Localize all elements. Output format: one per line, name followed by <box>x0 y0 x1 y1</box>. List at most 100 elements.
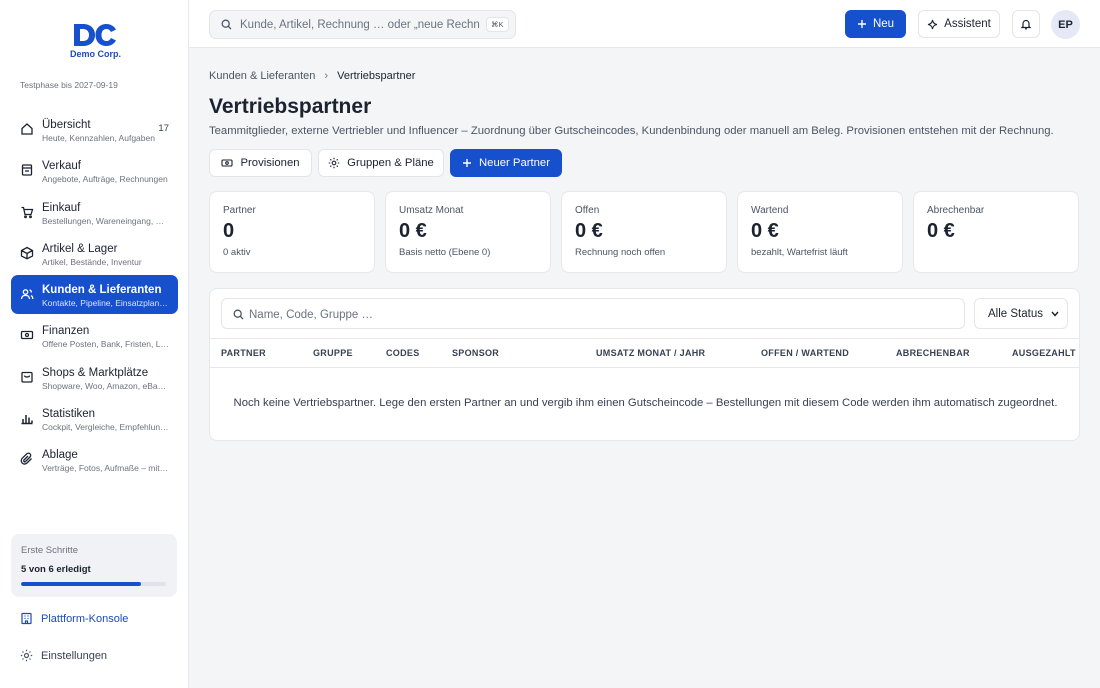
count-badge: 17 <box>158 123 169 134</box>
chart-icon <box>21 415 33 425</box>
stat-label: Abrechenbar <box>927 205 985 216</box>
company-name: Demo Corp. <box>70 49 122 59</box>
search-input[interactable] <box>240 16 480 34</box>
groups-plans-button-label: Gruppen & Pläne <box>347 157 434 169</box>
new-partner-button-label: Neuer Partner <box>479 157 550 169</box>
sidebar-item-finanzen[interactable]: Finanzen Offene Posten, Bank, Fristen, L… <box>11 316 178 355</box>
sidebar-item-label: Shops & Marktplätze <box>42 366 149 379</box>
partner-search-input[interactable] <box>249 306 949 323</box>
groups-plans-button[interactable]: Gruppen & Pläne <box>318 149 444 177</box>
partner-filter[interactable] <box>221 298 965 329</box>
user-avatar[interactable]: EP <box>1051 10 1080 39</box>
settings-link[interactable]: Einstellungen <box>20 649 107 662</box>
steps-progress-fill <box>21 582 142 586</box>
box-icon <box>20 246 34 260</box>
plus-icon <box>857 20 866 28</box>
global-search[interactable]: ⌘K <box>209 10 516 39</box>
sidebar-item-kunden-lieferanten[interactable]: Kunden & Lieferanten Kontakte, Pipeline,… <box>11 275 178 315</box>
chevron-down-icon <box>1051 311 1059 317</box>
stat-label: Offen <box>575 205 600 216</box>
sidebar-item-verkauf[interactable]: Verkauf Angebote, Aufträge, Rechnungen <box>11 151 178 190</box>
new-button-label: Neu <box>872 18 895 30</box>
table-header: PARTNER GRUPPE CODES SPONSOR UMSATZ MONA… <box>210 338 1079 368</box>
sidebar-item-statistiken[interactable]: Statistiken Cockpit, Vergleiche, Empfehl… <box>11 399 178 438</box>
stat-card-abrechenbar: Abrechenbar 0 € <box>913 191 1079 273</box>
page-title: Vertriebspartner <box>209 95 372 118</box>
breadcrumb: Kunden & Lieferanten › Vertriebspartner <box>209 70 415 82</box>
provisions-button-label: Provisionen <box>240 157 300 169</box>
search-icon <box>233 309 244 320</box>
stat-value: 0 € <box>399 220 427 242</box>
sidebar: Demo Corp. Testphase bis 2027-09-19 Über… <box>0 0 189 688</box>
stat-sub: bezahlt, Wartefrist läuft <box>751 247 848 258</box>
onboarding-steps[interactable]: Erste Schritte 5 von 6 erledigt <box>11 534 177 597</box>
column-header-codes[interactable]: CODES <box>386 348 420 358</box>
status-filter-select[interactable]: Alle Status <box>974 298 1068 329</box>
page-description: Teammitglieder, externe Vertriebler und … <box>209 125 1054 137</box>
column-header-partner[interactable]: PARTNER <box>221 348 266 358</box>
settings-label: Einstellungen <box>41 649 108 662</box>
sidebar-item-uebersicht[interactable]: Übersicht Heute, Kennzahlen, Aufgaben 17 <box>11 110 178 149</box>
new-button[interactable]: Neu <box>845 10 906 38</box>
chevron-right-icon: › <box>324 70 329 82</box>
breadcrumb-current: Vertriebspartner <box>337 70 416 82</box>
search-icon <box>221 19 232 30</box>
sidebar-item-label: Artikel & Lager <box>42 242 118 255</box>
stat-label: Partner <box>223 205 256 216</box>
sidebar-item-sub: Offene Posten, Bank, Fristen, Liquidität <box>42 339 169 350</box>
sidebar-item-einkauf[interactable]: Einkauf Bestellungen, Wareneingang, Bele… <box>11 193 178 232</box>
top-header: ⌘K Neu Assistent EP <box>189 0 1100 48</box>
column-header-ausgezahlt[interactable]: AUSGEZAHLT <box>1012 348 1076 358</box>
steps-title: Erste Schritte <box>21 545 79 556</box>
company-logo[interactable]: Demo Corp. <box>70 22 122 66</box>
sidebar-item-sub: Artikel, Bestände, Inventur <box>42 256 142 267</box>
banknote-icon <box>221 159 234 167</box>
shop-icon <box>21 371 33 383</box>
home-icon <box>21 123 33 135</box>
sidebar-item-sub: Kontakte, Pipeline, Einsatzplanung <box>42 298 169 309</box>
stat-card-offen: Offen 0 € Rechnung noch offen <box>561 191 727 273</box>
sidebar-item-sub: Heute, Kennzahlen, Aufgaben <box>42 133 155 143</box>
notifications-button[interactable] <box>1012 10 1040 38</box>
sidebar-item-label: Finanzen <box>42 325 90 338</box>
sidebar-item-sub: Verträge, Fotos, Aufmaße – mit Suche <box>42 463 169 474</box>
column-header-gruppe[interactable]: GRUPPE <box>313 348 353 358</box>
plus-icon <box>463 159 472 167</box>
platform-console-link[interactable]: Plattform-Konsole <box>20 612 128 625</box>
bell-icon <box>1020 19 1032 30</box>
sidebar-item-artikel-lager[interactable]: Artikel & Lager Artikel, Bestände, Inven… <box>11 234 178 273</box>
status-filter-value: Alle Status <box>988 307 1043 320</box>
users-icon <box>20 289 34 300</box>
gear-icon <box>20 649 33 662</box>
sidebar-item-sub: Bestellungen, Wareneingang, Belege <box>42 215 169 226</box>
stat-value: 0 € <box>751 220 779 242</box>
sidebar-item-label: Ablage <box>42 449 78 462</box>
stat-value: 0 € <box>575 220 603 242</box>
stat-sub: 0 aktiv <box>223 247 251 258</box>
platform-console-label: Plattform-Konsole <box>41 612 129 625</box>
new-partner-button[interactable]: Neuer Partner <box>450 149 562 177</box>
stat-card-umsatz-monat: Umsatz Monat 0 € Basis netto (Ebene 0) <box>385 191 551 273</box>
sidebar-item-shops[interactable]: Shops & Marktplätze Shopware, Woo, Amazo… <box>11 358 178 397</box>
stat-sub: Basis netto (Ebene 0) <box>399 247 491 258</box>
banknote-icon <box>20 331 34 340</box>
assistant-button[interactable]: Assistent <box>918 10 1000 38</box>
steps-progress-bar <box>21 582 166 586</box>
paperclip-icon <box>20 452 32 466</box>
stat-card-partner: Partner 0 0 aktiv <box>209 191 375 273</box>
provisions-button[interactable]: Provisionen <box>209 149 312 177</box>
cart-icon <box>21 206 34 218</box>
gear-icon <box>328 157 340 169</box>
column-header-offen-wartend[interactable]: OFFEN / WARTEND <box>761 348 849 358</box>
sidebar-item-ablage[interactable]: Ablage Verträge, Fotos, Aufmaße – mit Su… <box>11 440 178 479</box>
sidebar-item-label: Verkauf <box>42 160 81 173</box>
stat-card-wartend: Wartend 0 € bezahlt, Wartefrist läuft <box>737 191 903 273</box>
breadcrumb-parent[interactable]: Kunden & Lieferanten <box>209 70 315 82</box>
logo-mark-icon <box>74 24 116 46</box>
column-header-sponsor[interactable]: SPONSOR <box>452 348 499 358</box>
assistant-button-label: Assistent <box>944 18 991 30</box>
column-header-umsatz[interactable]: UMSATZ MONAT / JAHR <box>596 348 705 358</box>
column-header-abrechenbar[interactable]: ABRECHENBAR <box>896 348 970 358</box>
sidebar-item-sub: Cockpit, Vergleiche, Empfehlungen <box>42 422 169 433</box>
building-icon <box>21 612 32 625</box>
